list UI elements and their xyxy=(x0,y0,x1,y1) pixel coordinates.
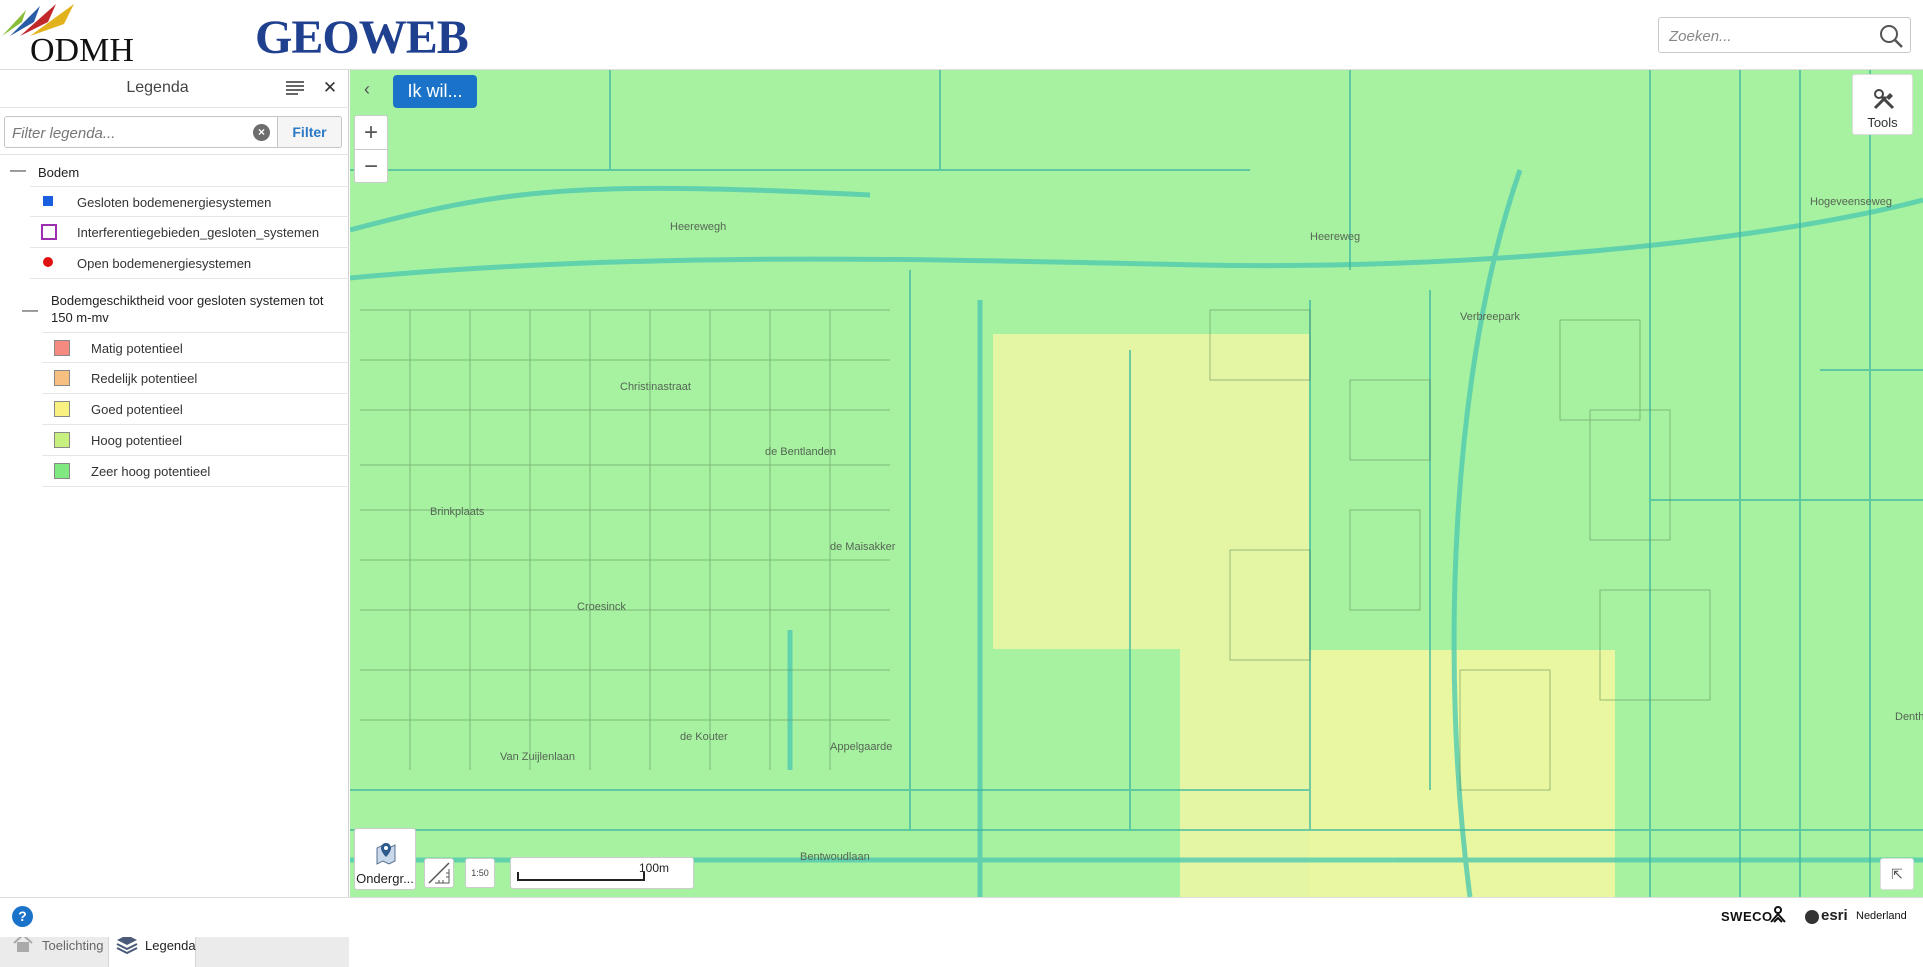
color-swatch xyxy=(54,432,70,448)
color-swatch xyxy=(54,340,70,356)
street-label: Brinkplaats xyxy=(430,506,485,518)
esri-nederland-text: Nederland xyxy=(1856,910,1907,922)
basemap-label: Ondergr... xyxy=(356,871,414,886)
ik-wil-button[interactable]: Ik wil... xyxy=(393,75,477,108)
legend-item-label: Matig potentieel xyxy=(91,341,183,356)
collapse-toggle-icon[interactable]: — xyxy=(10,162,26,180)
zoom-control: + − xyxy=(354,115,388,183)
tab-label: Toelichting xyxy=(42,938,104,953)
legend-group-title[interactable]: Bodemgeschiktheid voor gesloten systemen… xyxy=(51,292,341,326)
zoom-out-button[interactable]: − xyxy=(355,149,387,182)
divider xyxy=(0,154,349,155)
close-icon[interactable]: ✕ xyxy=(321,78,339,98)
collapse-panel-icon[interactable]: ‹ xyxy=(356,78,378,100)
odmh-logo[interactable]: ODMH xyxy=(0,2,150,69)
street-label: de Bentlanden xyxy=(765,446,836,458)
legend-item: Zeer hoog potentieel xyxy=(42,456,349,487)
scalebar-line xyxy=(517,872,645,881)
help-icon[interactable]: ? xyxy=(12,906,33,927)
tools-label: Tools xyxy=(1867,115,1898,130)
legend-item-label: Goed potentieel xyxy=(91,402,183,417)
legend-group-bodem: — Bodem Gesloten bodemenergiesystemen In… xyxy=(0,158,349,288)
street-label: Van Zuijlenlaan xyxy=(500,751,575,763)
legend-item-label: Gesloten bodemenergiesystemen xyxy=(77,195,272,210)
map-view[interactable]: Heerewegh Heereweg Hogeveenseweg Verbree… xyxy=(350,70,1923,897)
scalebar-label: 100m xyxy=(639,861,670,875)
legend-panel: Legenda ✕ × Filter — Bodem Gesloten bode… xyxy=(0,70,349,967)
legend-item: Hoog potentieel xyxy=(42,425,349,456)
app-footer: ? SWECO esri Nederland xyxy=(0,897,1923,937)
sweco-logo: SWECO xyxy=(1721,909,1773,924)
esri-logo: esri xyxy=(1821,907,1848,924)
suitability-zone xyxy=(1180,334,1309,897)
basemap-button[interactable]: Ondergr... xyxy=(354,828,416,890)
clear-filter-icon[interactable]: × xyxy=(253,124,270,141)
legend-item-label: Open bodemenergiesystemen xyxy=(77,256,252,271)
street-label: Hogeveenseweg xyxy=(1810,196,1892,208)
list-menu-icon[interactable] xyxy=(286,81,304,95)
color-swatch xyxy=(54,370,70,386)
tab-label: Legenda xyxy=(145,938,196,953)
street-label: Bentwoudlaan xyxy=(800,851,870,863)
search-input[interactable] xyxy=(1667,24,1867,48)
scale-button[interactable]: 1:50 xyxy=(465,858,495,888)
panel-title: Legenda xyxy=(126,79,189,96)
geoweb-logo[interactable]: GEOWEB xyxy=(255,10,469,65)
panel-header: Legenda ✕ xyxy=(0,70,349,108)
legend-item-label: Interferentiegebieden_gesloten_systemen xyxy=(77,225,320,240)
street-label: de Kouter xyxy=(680,731,728,743)
esri-globe-icon xyxy=(1805,910,1819,924)
legend-item: Matig potentieel xyxy=(42,332,349,363)
filter-button[interactable]: Filter xyxy=(278,116,342,148)
scalebar: 100m xyxy=(510,857,694,889)
measure-button[interactable] xyxy=(424,858,454,888)
legend-item: Interferentiegebieden_gesloten_systemen xyxy=(30,217,349,248)
blue-square-symbol xyxy=(43,196,53,206)
tools-icon xyxy=(1873,89,1895,110)
legend-item: Redelijk potentieel xyxy=(42,363,349,394)
legend-item: Open bodemenergiesystemen xyxy=(30,248,349,279)
street-label: Heereweg xyxy=(1310,231,1360,243)
legend-group-bodemgeschiktheid: — Bodemgeschiktheid voor gesloten system… xyxy=(0,288,349,488)
sweco-mark-icon xyxy=(1770,906,1786,923)
legend-item-label: Zeer hoog potentieel xyxy=(91,464,211,479)
search-box[interactable] xyxy=(1658,17,1911,53)
filter-input-wrapper: × xyxy=(4,116,278,148)
legend-filter: × Filter xyxy=(4,116,342,148)
app-header: ODMH GEOWEB xyxy=(0,0,1923,70)
filter-input[interactable] xyxy=(10,122,240,144)
street-label: Croesinck xyxy=(577,601,626,613)
expand-icon[interactable]: ⇱ xyxy=(1880,858,1914,890)
measure-icon xyxy=(428,862,450,884)
legend-item: Goed potentieel xyxy=(42,394,349,425)
street-label: de Maisakker xyxy=(830,541,896,553)
legend-item-label: Redelijk potentieel xyxy=(91,371,198,386)
street-label: Denthorn xyxy=(1895,711,1923,723)
odmh-logo-text: ODMH xyxy=(30,32,134,69)
map-pin-icon xyxy=(376,843,396,865)
legend-item-label: Hoog potentieel xyxy=(91,433,183,448)
street-label: Christinastraat xyxy=(620,381,691,393)
street-label: Heerewegh xyxy=(670,221,726,233)
map-canvas[interactable]: Heerewegh Heereweg Hogeveenseweg Verbree… xyxy=(350,70,1923,897)
legend-item: Gesloten bodemenergiesystemen xyxy=(30,186,349,217)
search-icon[interactable] xyxy=(1878,23,1904,49)
zoom-in-button[interactable]: + xyxy=(355,116,387,149)
collapse-toggle-icon[interactable]: — xyxy=(22,302,38,320)
street-label: Appelgaarde xyxy=(830,741,892,753)
red-circle-symbol xyxy=(43,257,53,267)
street-label: Verbreepark xyxy=(1460,311,1520,323)
legend-group-title[interactable]: Bodem xyxy=(38,164,79,181)
purple-outline-square-symbol xyxy=(41,224,57,240)
tools-button[interactable]: Tools xyxy=(1852,74,1913,135)
color-swatch xyxy=(54,401,70,417)
color-swatch xyxy=(54,463,70,479)
